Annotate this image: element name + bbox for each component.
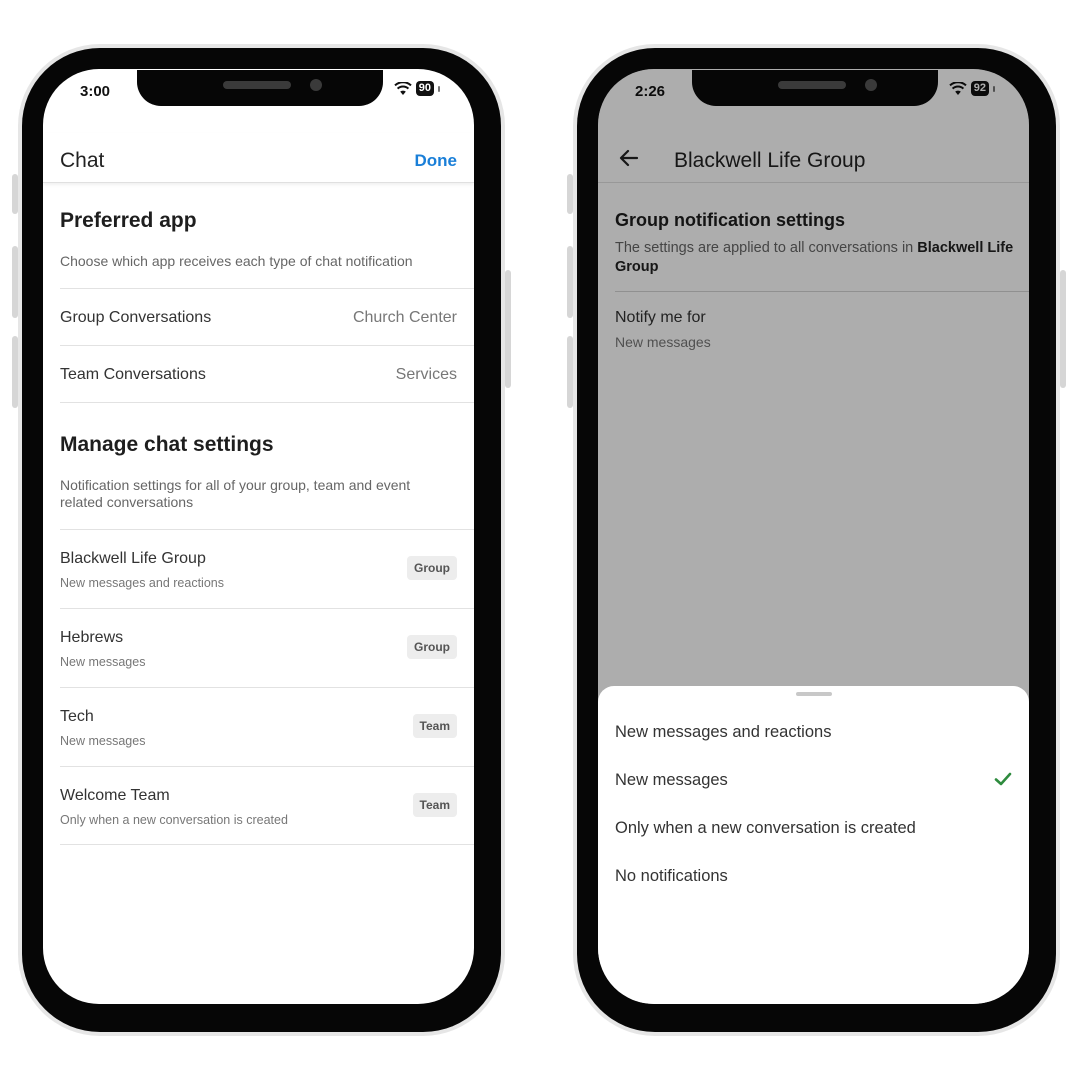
chat-item-blackwell-life-group[interactable]: Blackwell Life Group New messages and re… — [60, 529, 474, 608]
volume-down-button — [567, 336, 573, 408]
front-camera — [865, 79, 877, 91]
type-badge: Group — [407, 556, 457, 580]
row-value: Church Center — [352, 309, 457, 326]
type-badge: Team — [412, 793, 457, 817]
status-indicators: 90 — [394, 81, 440, 96]
row-label: Team Conversations — [60, 366, 206, 383]
mute-switch — [567, 174, 573, 214]
option-label: Only when a new conversation is created — [615, 819, 916, 837]
notification-options-sheet: New messages and reactions New messages … — [598, 686, 1029, 1004]
checkmark-icon — [994, 772, 1012, 786]
phone-notch — [692, 70, 938, 106]
option-new-messages[interactable]: New messages — [615, 760, 1012, 800]
volume-up-button — [567, 246, 573, 318]
manage-chat-heading: Manage chat settings — [60, 433, 274, 456]
option-label: New messages and reactions — [615, 723, 832, 741]
preferred-app-description: Choose which app receives each type of c… — [60, 253, 413, 269]
option-new-messages-and-reactions[interactable]: New messages and reactions — [615, 712, 1012, 752]
status-time: 3:00 — [80, 83, 111, 100]
right-phone: 2:26 92 Blackwell Life Group Group notif… — [567, 44, 1066, 1036]
chat-item-tech[interactable]: Tech New messages Team — [60, 687, 474, 766]
front-camera — [310, 79, 322, 91]
battery-icon — [438, 85, 440, 92]
wifi-icon — [394, 81, 412, 95]
row-label: Group Conversations — [60, 309, 212, 326]
type-badge: Team — [412, 714, 457, 738]
mute-switch — [12, 174, 18, 214]
battery-level: 90 — [415, 81, 434, 96]
type-badge: Group — [407, 635, 457, 659]
chat-item-name: Welcome Team — [60, 787, 170, 804]
chat-settings-screen: 3:00 90 Chat Done Preferred app Choose w… — [43, 69, 474, 1004]
option-label: New messages — [615, 771, 728, 789]
manage-chat-description: Notification settings for all of your gr… — [60, 477, 411, 510]
row-value: Services — [395, 366, 457, 383]
volume-down-button — [12, 336, 18, 408]
chat-item-subtitle: New messages and reactions — [60, 576, 224, 590]
done-button[interactable]: Done — [415, 151, 458, 171]
preferred-row-team-conversations[interactable]: Team Conversations Services — [60, 345, 474, 403]
chat-item-hebrews[interactable]: Hebrews New messages Group — [60, 608, 474, 687]
chat-item-subtitle: Only when a new conversation is created — [60, 813, 288, 827]
option-label: No notifications — [615, 867, 728, 885]
page-title: Chat — [60, 149, 105, 172]
volume-up-button — [12, 246, 18, 318]
preferred-app-heading: Preferred app — [60, 209, 197, 232]
chat-item-name: Blackwell Life Group — [60, 550, 206, 567]
chat-item-welcome-team[interactable]: Welcome Team Only when a new conversatio… — [60, 766, 474, 845]
chat-item-name: Hebrews — [60, 629, 124, 646]
sheet-drag-handle[interactable] — [796, 692, 832, 696]
top-bar: Chat Done — [43, 133, 474, 183]
group-notification-screen: 2:26 92 Blackwell Life Group Group notif… — [598, 69, 1029, 1004]
chat-item-subtitle: New messages — [60, 655, 146, 669]
option-no-notifications[interactable]: No notifications — [615, 856, 1012, 896]
speaker-grille — [223, 81, 291, 89]
chat-item-name: Tech — [60, 708, 94, 725]
left-phone: 3:00 90 Chat Done Preferred app Choose w… — [12, 44, 511, 1036]
speaker-grille — [778, 81, 846, 89]
chat-item-subtitle: New messages — [60, 734, 146, 748]
preferred-row-group-conversations[interactable]: Group Conversations Church Center — [60, 288, 474, 345]
phone-notch — [137, 70, 383, 106]
power-button — [1060, 270, 1066, 388]
option-only-new-conversation[interactable]: Only when a new conversation is created — [615, 808, 1012, 848]
power-button — [505, 270, 511, 388]
